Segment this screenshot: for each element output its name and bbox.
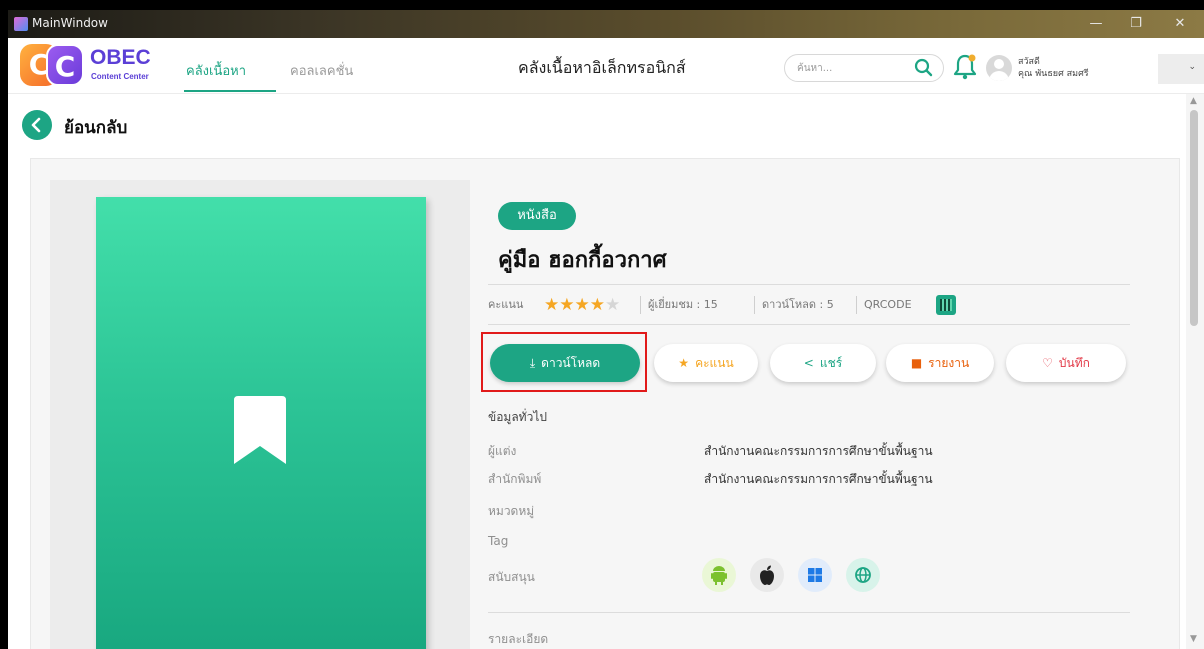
notification-bell-icon[interactable] xyxy=(952,52,978,82)
report-icon: ■ xyxy=(910,356,923,370)
logo-letter-c2: C xyxy=(46,44,84,86)
scroll-down-arrow[interactable]: ▼ xyxy=(1190,634,1197,644)
user-avatar[interactable] xyxy=(986,55,1012,81)
author-value: สำนักงานคณะกรรมการการศึกษาขั้นพื้นฐาน xyxy=(704,444,933,458)
report-button[interactable]: ■ รายงาน xyxy=(886,344,994,382)
android-icon xyxy=(702,558,736,592)
chevron-left-icon xyxy=(31,117,41,133)
logo-brand: OBEC xyxy=(90,46,151,69)
back-label[interactable]: ย้อนกลับ xyxy=(64,114,127,141)
details-heading: รายละเอียด xyxy=(488,632,549,646)
active-tab-indicator xyxy=(184,90,276,92)
user-menu-dropdown[interactable]: ⌄ xyxy=(1158,54,1204,84)
download-highlight-box xyxy=(481,332,647,392)
downloads-count: ดาวน์โหลด : 5 xyxy=(762,298,834,311)
scrollbar-thumb[interactable] xyxy=(1190,110,1198,326)
star-icon: ★ xyxy=(574,295,590,315)
qrcode-label: QRCODE xyxy=(864,298,912,311)
user-name: คุณ พันธยศ สมศรี xyxy=(1018,69,1089,79)
page-title: คลังเนื้อหาอิเล็กทรอนิกส์ xyxy=(518,58,686,77)
divider xyxy=(488,324,1130,325)
app-header: C C OBEC Content Center คลังเนื้อหา คอลเ… xyxy=(8,38,1204,94)
star-icon: ★ xyxy=(544,295,560,315)
heart-icon: ♡ xyxy=(1042,356,1053,370)
tab-collection[interactable]: คอลเลคชั่น xyxy=(290,60,353,81)
save-button[interactable]: ♡ บันทึก xyxy=(1006,344,1126,382)
search-input[interactable]: ค้นหา... xyxy=(784,54,944,82)
publisher-label: สำนักพิมพ์ xyxy=(488,472,542,486)
author-label: ผู้แต่ง xyxy=(488,444,517,458)
star-icon: ★ xyxy=(559,295,575,315)
scroll-up-arrow[interactable]: ▲ xyxy=(1190,96,1197,106)
close-button[interactable]: ✕ xyxy=(1158,12,1202,36)
chevron-down-icon: ⌄ xyxy=(1188,62,1196,72)
maximize-button[interactable]: ❐ xyxy=(1114,12,1158,36)
web-icon xyxy=(846,558,880,592)
divider xyxy=(488,612,1130,613)
rate-button[interactable]: ★ คะแนน xyxy=(654,344,758,382)
back-button[interactable] xyxy=(22,110,52,140)
content-type-badge: หนังสือ xyxy=(498,202,576,230)
main-window: MainWindow — ❐ ✕ C C OBEC Content Center… xyxy=(8,10,1204,649)
search-placeholder: ค้นหา... xyxy=(797,63,833,74)
title-bar: MainWindow — ❐ ✕ xyxy=(8,10,1204,38)
minimize-button[interactable]: — xyxy=(1074,12,1118,36)
apple-icon xyxy=(750,558,784,592)
views-count: ผู้เยี่ยมชม : 15 xyxy=(648,298,718,311)
publisher-value: สำนักงานคณะกรรมการการศึกษาขั้นพื้นฐาน xyxy=(704,472,933,486)
category-label: หมวดหมู่ xyxy=(488,504,535,518)
bookmark-icon xyxy=(234,396,286,464)
star-icon: ★ xyxy=(678,356,690,370)
book-title: คู่มือ ฮอกกี้อวกาศ xyxy=(498,248,667,273)
app-icon xyxy=(14,17,28,31)
obec-logo[interactable]: C C OBEC Content Center xyxy=(20,44,170,88)
share-icon: < xyxy=(803,356,814,370)
divider xyxy=(488,284,1130,285)
qrcode-icon[interactable] xyxy=(936,295,956,315)
support-label: สนับสนุน xyxy=(488,570,535,584)
windows-icon xyxy=(798,558,832,592)
rating-stars: ★★★★★ xyxy=(544,294,620,318)
share-button[interactable]: < แชร์ xyxy=(770,344,876,382)
window-title: MainWindow xyxy=(32,16,108,30)
rating-label: คะแนน xyxy=(488,298,524,311)
star-icon: ★ xyxy=(589,295,605,315)
search-icon[interactable] xyxy=(913,57,935,79)
tab-content-library[interactable]: คลังเนื้อหา xyxy=(186,60,246,81)
star-icon: ★ xyxy=(605,295,621,315)
tag-label: Tag xyxy=(488,534,509,548)
logo-subtitle: Content Center xyxy=(91,72,149,81)
general-info-heading: ข้อมูลทั่วไป xyxy=(488,410,547,424)
